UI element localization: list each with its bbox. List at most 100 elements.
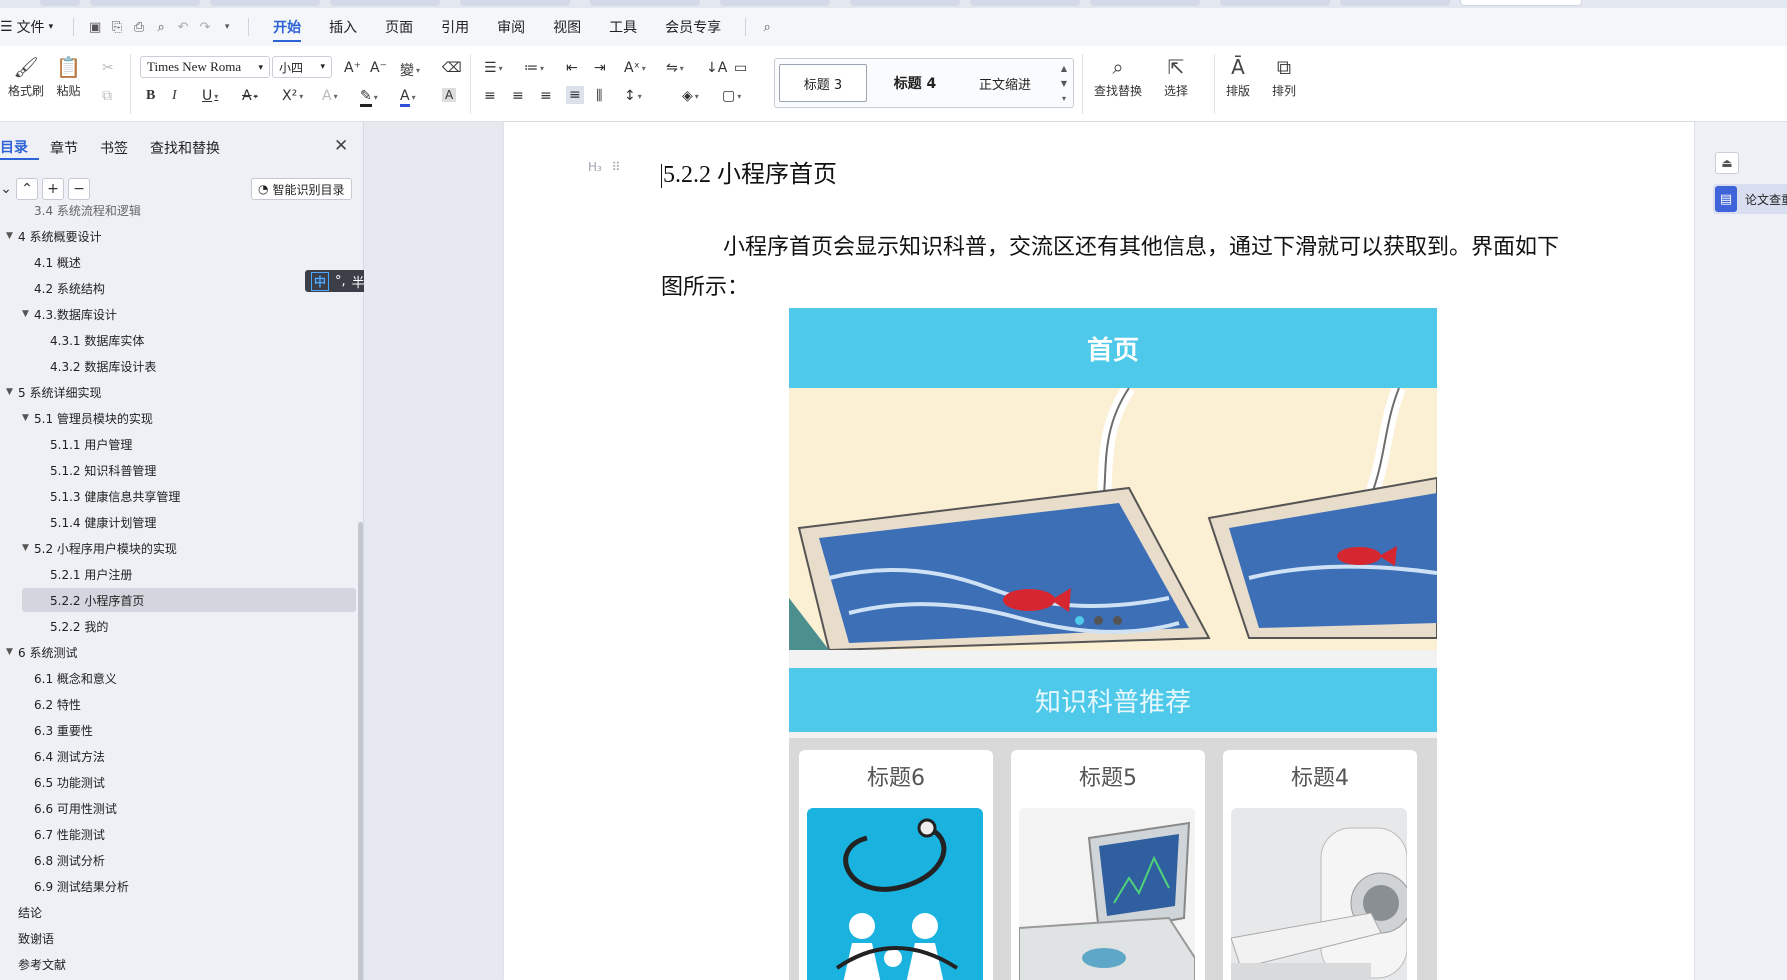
toc-item[interactable]: 6.6 可用性测试 [0,796,356,820]
toc-item[interactable]: 5.1.3 健康信息共享管理 [0,484,356,508]
file-menu[interactable]: ☰ 文件 ▾ [0,17,63,37]
toc-item-selected[interactable]: 5.2.2 小程序首页 [22,588,356,612]
expand-toggle-icon[interactable]: ▼ [6,387,18,397]
numbered-list-icon[interactable]: ≔ ▾ [524,60,544,76]
strikethrough-icon[interactable]: A ▾ [242,88,258,104]
remove-heading-button[interactable]: − [68,178,90,200]
tab-insert[interactable]: 插入 [315,8,371,46]
toc-item[interactable]: 3.4 系统流程和逻辑 [0,198,356,222]
align-left-icon[interactable]: ≡ [484,88,496,104]
toc-item[interactable]: 致谢语 [0,926,356,950]
style-body-indent[interactable]: 正文缩进 [965,64,1045,102]
search-icon[interactable]: ⌕ [756,16,778,38]
ime-mode[interactable]: 中 [311,271,330,291]
sort-icon[interactable]: ↓A [706,60,727,76]
clear-format-icon[interactable]: ⌫ [442,60,462,76]
distribute-icon[interactable]: ⫼ [596,88,602,104]
toc-item[interactable]: ▼ 5 系统详细实现 [0,380,356,404]
window-tab[interactable] [850,0,960,6]
character-shading-icon[interactable]: A [442,88,457,102]
scrollbar[interactable] [358,522,363,980]
format-painter-button[interactable]: 🖌 格式刷 [8,52,44,99]
tab-bookmarks[interactable]: 书签 [89,136,139,160]
print-icon[interactable]: ⎙ [128,16,150,38]
decrease-indent-icon[interactable]: ⇤ [566,60,578,76]
tab-home[interactable]: 开始 [259,8,315,46]
window-tab[interactable] [210,0,320,6]
cut-icon[interactable]: ✂ [102,60,114,76]
bold-icon[interactable]: B [146,88,155,104]
window-tab-active[interactable] [1460,0,1582,6]
underline-icon[interactable]: U ▾ [202,88,218,104]
shading-icon[interactable]: ◈ ▾ [682,88,699,104]
toc-item[interactable]: 6.9 测试结果分析 [0,874,356,898]
find-replace-button[interactable]: ⌕ 查找替换 [1094,52,1142,99]
embedded-app-screenshot[interactable]: 首页 知识科普推荐 标题6 标题5 标题4 [789,308,1437,980]
toc-item[interactable]: 6.5 功能测试 [0,770,356,794]
toc-item[interactable]: 5.1.2 知识科普管理 [0,458,356,482]
toc-item[interactable]: 6.2 特性 [0,692,356,716]
ime-width[interactable]: 半 [352,272,365,291]
toc-item[interactable]: 4.2 系统结构 [0,276,356,300]
highlight-icon[interactable]: ✎ ▾ [360,88,378,107]
smart-toc-button[interactable]: ◔ 智能识别目录 [251,178,352,200]
font-name-select[interactable]: Times New Roma ▾ [140,56,270,78]
toc-item[interactable]: ▼ 4 系统概要设计 [0,224,356,248]
tab-references[interactable]: 引用 [427,8,483,46]
toc-item[interactable]: 参考文献 [0,952,356,976]
window-tab[interactable] [460,0,570,6]
toc-item[interactable]: ▼ 6 系统测试 [0,640,356,664]
save-icon[interactable]: ▣ [84,16,106,38]
paste-button[interactable]: 📋 粘贴 [56,52,81,99]
align-center-icon[interactable]: ≡ [512,88,524,104]
layout-button[interactable]: Ā 排版 [1226,52,1250,99]
close-icon[interactable]: ✕ [334,136,348,156]
justify-icon[interactable]: ≡ [566,86,584,104]
expand-toggle-icon[interactable]: ▼ [22,543,34,553]
tab-view[interactable]: 视图 [539,8,595,46]
toc-item[interactable]: 4.3.2 数据库设计表 [0,354,356,378]
select-button[interactable]: ⇱ 选择 [1164,52,1188,99]
article-card[interactable]: 标题5 [1011,750,1205,980]
arrange-button[interactable]: ⧉ 排列 [1272,52,1296,99]
chevron-down-icon[interactable]: ⌄ [0,178,12,200]
toc-item[interactable]: 6.8 测试分析 [0,848,356,872]
window-tab[interactable] [330,0,440,6]
align-right-icon[interactable]: ≡ [540,88,552,104]
line-spacing-icon[interactable]: ↕ ▾ [624,88,642,104]
toc-item[interactable]: 5.1.4 健康计划管理 [0,510,356,534]
window-tab[interactable] [40,0,80,6]
text-effect-icon[interactable]: A ▾ [322,88,338,104]
font-size-select[interactable]: 小四 ▾ [272,56,332,78]
line-sort-icon[interactable]: ⇋ ▾ [666,60,684,76]
add-heading-button[interactable]: + [42,178,64,200]
toc-item[interactable]: ▼ 5.1 管理员模块的实现 [0,406,356,430]
window-tab[interactable] [1090,0,1200,6]
toc-item[interactable]: 5.2.1 用户注册 [0,562,356,586]
thesis-check-button[interactable]: ▤ 论文查重 [1713,184,1787,214]
heading-handle[interactable]: H₃ ⠿ [588,160,620,174]
toc-item[interactable]: 5.1.1 用户管理 [0,432,356,456]
article-card[interactable]: 标题6 [799,750,993,980]
text-direction-icon[interactable]: Aˣ ▾ [624,60,646,76]
font-color-icon[interactable]: A ▾ [400,88,416,107]
expand-toggle-icon[interactable]: ▼ [22,413,34,423]
tab-review[interactable]: 审阅 [483,8,539,46]
window-tab[interactable] [90,0,200,6]
toc-item[interactable]: ▼ 4.3.数据库设计 [0,302,356,326]
increase-indent-icon[interactable]: ⇥ [594,60,606,76]
window-tab[interactable] [1220,0,1330,6]
export-pdf-icon[interactable]: ⎘ [106,16,128,38]
body-paragraph[interactable]: 小程序首页会显示知识科普，交流区还有其他信息，通过下滑就可以获取到。界面如下图所… [661,228,1567,308]
tab-chapters[interactable]: 章节 [39,136,89,160]
toc-item[interactable]: 5.2.2 我的 [0,614,356,638]
window-tab[interactable] [720,0,830,6]
toc-item[interactable]: ▼ 5.2 小程序用户模块的实现 [0,536,356,560]
toc-item[interactable]: 6.7 性能测试 [0,822,356,846]
tab-toc[interactable]: 目录 [0,136,39,160]
article-card[interactable]: 标题4 [1223,750,1417,980]
quick-access-more-icon[interactable]: ▾ [216,16,238,38]
toc-item[interactable]: 6.3 重要性 [0,718,356,742]
carousel-indicator[interactable] [1075,616,1122,625]
expand-toggle-icon[interactable]: ▼ [6,231,18,241]
